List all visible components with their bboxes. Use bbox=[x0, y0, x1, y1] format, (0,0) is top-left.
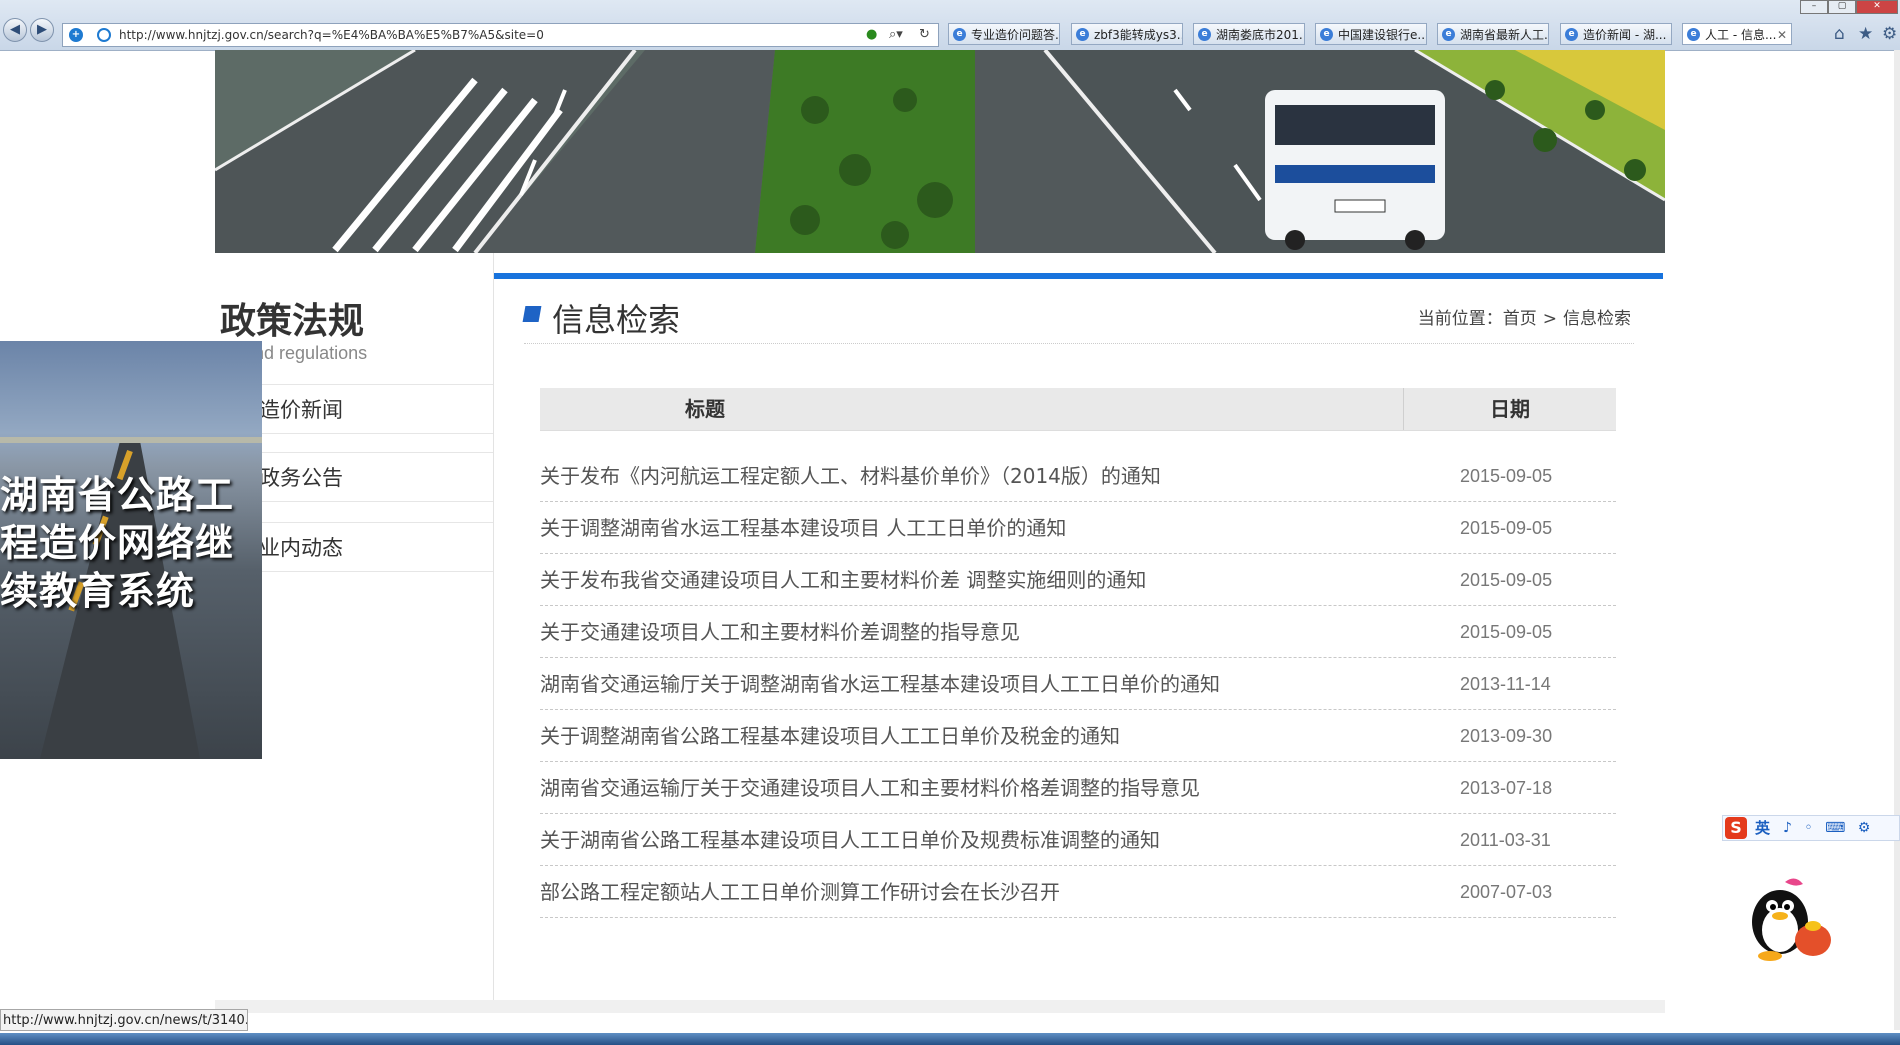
browser-tab[interactable]: e 湖南省最新人工... bbox=[1437, 23, 1549, 45]
result-title-link[interactable]: 关于发布我省交通建设项目人工和主要材料价差 调整实施细则的通知 bbox=[540, 554, 1146, 606]
column-header-title: 标题 bbox=[685, 397, 725, 421]
result-title-link[interactable]: 湖南省交通运输厅关于调整湖南省水运工程基本建设项目人工工日单价的通知 bbox=[540, 658, 1220, 710]
browser-toolbar: ◀ ▶ + http://www.hnjtzj.gov.cn/search?q=… bbox=[0, 0, 1900, 51]
tab-close-icon[interactable]: ✕ bbox=[1777, 24, 1787, 44]
close-window-icon[interactable]: ✕ bbox=[1856, 0, 1898, 14]
browser-tab[interactable]: e 造价新闻 - 湖... bbox=[1560, 23, 1672, 45]
result-date: 2013-09-30 bbox=[1460, 726, 1553, 746]
result-title-link[interactable]: 湖南省交通运输厅关于交通建设项目人工和主要材料价格差调整的指导意见 bbox=[540, 762, 1200, 814]
page-title: 信息检索 bbox=[552, 301, 681, 339]
ime-language-toggle[interactable]: 英 bbox=[1755, 817, 1770, 839]
table-row[interactable]: 关于发布《内河航运工程定额人工、材料基价单价》（2014版）的通知 2015-09… bbox=[540, 450, 1616, 502]
table-row[interactable]: 关于调整湖南省水运工程基本建设项目 人工工日单价的通知 2015-09-05 bbox=[540, 502, 1616, 554]
tab-label: 人工 - 信息... bbox=[1705, 28, 1777, 42]
result-title-link[interactable]: 关于发布《内河航运工程定额人工、材料基价单价》（2014版）的通知 bbox=[540, 450, 1161, 502]
highway-banner-image bbox=[215, 50, 1665, 253]
results-table-header: 标题 日期 bbox=[540, 388, 1616, 431]
table-row[interactable]: 关于调整湖南省公路工程基本建设项目人工工日单价及税金的通知 2013-09-30 bbox=[540, 710, 1616, 762]
result-title-link[interactable]: 部公路工程定额站人工工日单价测算工作研讨会在长沙召开 bbox=[540, 866, 1060, 918]
breadcrumb: 当前位置：首页 > 信息检索 bbox=[1400, 304, 1634, 329]
sidebar-item-label: 政务公告 bbox=[259, 466, 343, 490]
result-date: 2007-07-03 bbox=[1460, 882, 1553, 902]
browser-tab[interactable]: e 中国建设银行e... bbox=[1315, 23, 1427, 45]
header-banner bbox=[215, 50, 1665, 253]
result-title-link[interactable]: 关于湖南省公路工程基本建设项目人工工日单价及规费标准调整的通知 bbox=[540, 814, 1160, 866]
table-row[interactable]: 湖南省交通运输厅关于调整湖南省水运工程基本建设项目人工工日单价的通知 2013-1… bbox=[540, 658, 1616, 710]
result-title-link[interactable]: 关于调整湖南省公路工程基本建设项目人工工日单价及税金的通知 bbox=[540, 710, 1120, 762]
result-title-link[interactable]: 关于交通建设项目人工和主要材料价差调整的指导意见 bbox=[540, 606, 1020, 658]
sidebar-item-label: 造价新闻 bbox=[259, 398, 343, 422]
search-icon[interactable]: ⌕▾ bbox=[889, 24, 903, 46]
result-date: 2013-11-14 bbox=[1460, 674, 1551, 694]
back-icon[interactable]: ◀ bbox=[3, 18, 27, 42]
sidebar-heading: 政策法规 bbox=[220, 300, 365, 342]
tab-favicon-icon: e bbox=[1076, 28, 1089, 41]
footer-band bbox=[215, 1000, 1665, 1013]
result-date: 2015-09-05 bbox=[1460, 518, 1553, 538]
breadcrumb-separator: > bbox=[1542, 309, 1557, 329]
sogou-ime-logo[interactable]: S bbox=[1725, 817, 1747, 839]
favorites-icon[interactable]: ★ bbox=[1858, 24, 1873, 44]
tab-label: 湖南省最新人工... bbox=[1460, 28, 1549, 42]
status-bar: http://www.hnjtzj.gov.cn/news/t/3140.htm… bbox=[0, 1009, 248, 1031]
browser-tab[interactable]: e 专业造价问题答... bbox=[948, 23, 1060, 45]
result-date: 2015-09-05 bbox=[1460, 466, 1553, 486]
compat-icon[interactable]: + bbox=[69, 28, 83, 42]
tab-favicon-icon: e bbox=[1198, 28, 1211, 41]
qq-penguin-pet-icon[interactable] bbox=[1745, 870, 1835, 962]
browser-tab[interactable]: e zbf3能转成ys3... bbox=[1071, 23, 1183, 45]
ad-text: 湖南省公路工 程造价网络继 续教育系统 bbox=[0, 471, 262, 615]
tab-label: 专业造价问题答... bbox=[971, 28, 1060, 42]
address-url[interactable]: http://www.hnjtzj.gov.cn/search?q=%E4%BA… bbox=[119, 24, 544, 46]
table-row[interactable]: 部公路工程定额站人工工日单价测算工作研讨会在长沙召开 2007-07-03 bbox=[540, 866, 1616, 918]
table-row[interactable]: 关于交通建设项目人工和主要材料价差调整的指导意见 2015-09-05 bbox=[540, 606, 1616, 658]
forward-icon[interactable]: ▶ bbox=[30, 18, 54, 42]
page-icon bbox=[97, 28, 111, 42]
tab-label: 湖南娄底市201... bbox=[1216, 28, 1305, 42]
table-row[interactable]: 湖南省交通运输厅关于交通建设项目人工和主要材料价格差调整的指导意见 2013-07… bbox=[540, 762, 1616, 814]
result-date: 2015-09-05 bbox=[1460, 622, 1553, 642]
column-header-date: 日期 bbox=[1490, 397, 1530, 421]
ad-text-line: 续教育系统 bbox=[0, 568, 196, 613]
ime-toolbar[interactable]: S 英 ♪ ◦ ⌨ ⚙ bbox=[1722, 815, 1900, 841]
tab-favicon-icon: e bbox=[1320, 28, 1333, 41]
refresh-icon[interactable]: ↻ bbox=[919, 24, 930, 46]
tab-favicon-icon: e bbox=[1565, 28, 1578, 41]
tab-favicon-icon: e bbox=[1442, 28, 1455, 41]
result-date: 2013-07-18 bbox=[1460, 778, 1553, 798]
ime-tool-icons[interactable]: ♪ ◦ ⌨ ⚙ bbox=[1783, 817, 1874, 839]
ad-text-line: 程造价网络继 bbox=[0, 520, 235, 565]
browser-tab[interactable]: e 湖南娄底市201... bbox=[1193, 23, 1305, 45]
ad-text-line: 湖南省公路工 bbox=[0, 472, 235, 517]
floating-ad-banner[interactable]: 湖南省公路工 程造价网络继 续教育系统 bbox=[0, 341, 262, 759]
compat-view-icon[interactable]: ● bbox=[866, 24, 877, 46]
result-date: 2015-09-05 bbox=[1460, 570, 1553, 590]
tab-label: 中国建设银行e... bbox=[1338, 28, 1427, 42]
address-bar[interactable]: + http://www.hnjtzj.gov.cn/search?q=%E4%… bbox=[62, 23, 939, 47]
maximize-icon[interactable]: ▢ bbox=[1828, 0, 1856, 14]
title-arrow-icon bbox=[522, 306, 542, 322]
tab-label: 造价新闻 - 湖... bbox=[1583, 28, 1667, 42]
title-divider bbox=[524, 343, 1634, 344]
browser-tab[interactable]: e 人工 - 信息... ✕ bbox=[1682, 23, 1792, 45]
content-accent-bar bbox=[494, 273, 1663, 279]
minimize-icon[interactable]: – bbox=[1800, 0, 1828, 14]
tab-favicon-icon: e bbox=[953, 28, 966, 41]
breadcrumb-current: 信息检索 bbox=[1563, 309, 1631, 329]
table-row[interactable]: 关于湖南省公路工程基本建设项目人工工日单价及规费标准调整的通知 2011-03-3… bbox=[540, 814, 1616, 866]
table-row[interactable]: 关于发布我省交通建设项目人工和主要材料价差 调整实施细则的通知 2015-09-0… bbox=[540, 554, 1616, 606]
home-icon[interactable]: ⌂ bbox=[1834, 24, 1845, 44]
breadcrumb-home[interactable]: 当前位置：首页 bbox=[1418, 309, 1537, 329]
result-date: 2011-03-31 bbox=[1460, 830, 1551, 850]
tab-favicon-icon: e bbox=[1687, 28, 1700, 41]
result-title-link[interactable]: 关于调整湖南省水运工程基本建设项目 人工工日单价的通知 bbox=[540, 502, 1066, 554]
scrollbar[interactable] bbox=[1894, 50, 1900, 1030]
sidebar-item-label: 业内动态 bbox=[259, 536, 343, 560]
tools-gear-icon[interactable]: ⚙ bbox=[1882, 24, 1897, 44]
windows-taskbar bbox=[0, 1033, 1900, 1045]
tab-label: zbf3能转成ys3... bbox=[1094, 28, 1183, 42]
